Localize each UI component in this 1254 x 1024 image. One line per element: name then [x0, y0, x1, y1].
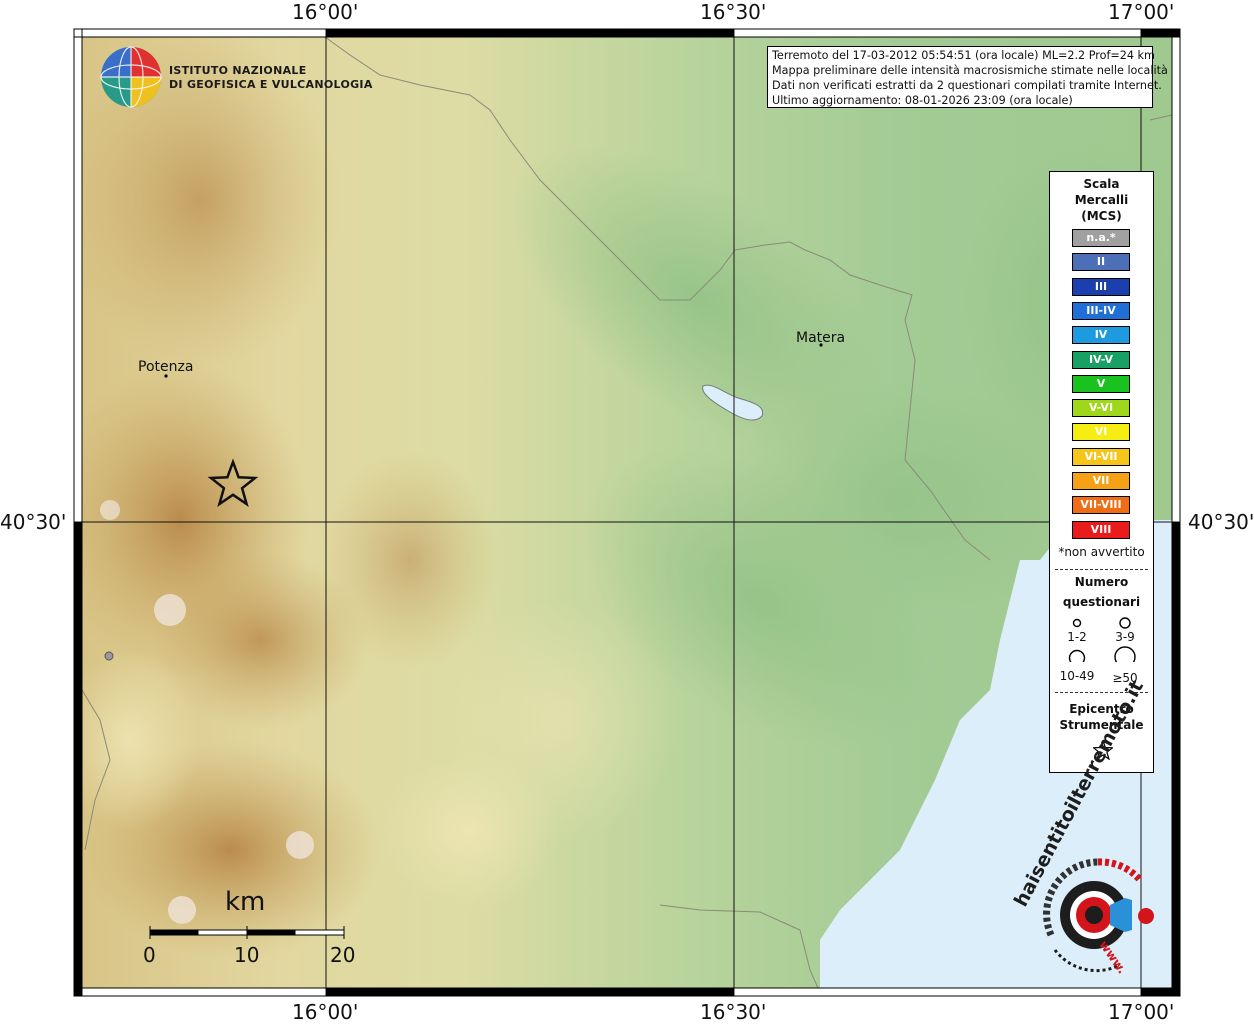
- event-info-box: Terremoto del 17-03-2012 05:54:51 (ora l…: [767, 46, 1168, 108]
- axis-bottom-1: 16°00': [292, 1000, 359, 1024]
- intensity-swatch-v-vi: V-VI: [1072, 399, 1130, 418]
- circle-size-medium: [1119, 617, 1131, 629]
- intensity-swatch-ii: II: [1072, 253, 1130, 272]
- q-size-label-1: 1-2: [1067, 630, 1087, 644]
- circle-size-xlarge: [1114, 646, 1136, 662]
- city-label-potenza: Potenza: [138, 359, 194, 375]
- intensity-swatch-vii-viii: VII-VIII: [1072, 496, 1130, 515]
- q-size-label-2: 3-9: [1115, 630, 1135, 644]
- intensity-swatch-vi-vii: VI-VII: [1072, 447, 1130, 466]
- q-size-label-3: 10-49: [1059, 669, 1095, 683]
- intensity-swatch-iv: IV: [1072, 326, 1130, 345]
- intensity-swatch-iii-iv: III-IV: [1072, 301, 1130, 320]
- institute-name-line1: ISTITUTO NAZIONALE: [169, 64, 307, 77]
- scale-tick-10: 10: [234, 943, 260, 967]
- intensity-swatch-iv-v: IV-V: [1072, 350, 1130, 369]
- intensity-swatch-vi: VI: [1072, 423, 1130, 442]
- legend-divider: [1055, 569, 1148, 570]
- legend-questionnaires-title-2: questionari: [1062, 595, 1141, 609]
- event-info-line2: Mappa preliminare delle intensità macros…: [772, 64, 1168, 77]
- axis-top-1: 16°00': [292, 0, 359, 24]
- legend-scale-title-2: Mercalli: [1074, 193, 1129, 207]
- ingv-globe-icon: [100, 46, 162, 108]
- event-info-line3: Dati non verificati estratti da 2 questi…: [772, 79, 1162, 92]
- legend-scale-title-1: Scala: [1083, 177, 1120, 191]
- city-label-matera: Matera: [796, 330, 846, 346]
- circle-size-large: [1068, 649, 1086, 662]
- axis-top-2: 16°30': [700, 0, 767, 24]
- axis-left-1: 40°30': [0, 510, 67, 534]
- legend-scale-title-3: (MCS): [1081, 209, 1122, 223]
- institute-name-line2: DI GEOFISICA E VULCANOLOGIA: [169, 78, 373, 91]
- intensity-swatch-iii: III: [1072, 277, 1130, 296]
- event-info-line1: Terremoto del 17-03-2012 05:54:51 (ora l…: [772, 49, 1155, 62]
- intensity-point: [104, 651, 114, 661]
- scale-tick-20: 20: [330, 943, 356, 967]
- legend-questionnaires-title-1: Numero: [1074, 575, 1129, 589]
- intensity-swatch-v: V: [1072, 374, 1130, 393]
- scale-unit: km: [225, 887, 266, 917]
- intensity-swatch-n-a-: n.a.*: [1072, 229, 1130, 247]
- axis-bottom-3: 17°00': [1108, 1000, 1175, 1024]
- intensity-swatch-viii: VIII: [1072, 520, 1130, 539]
- terrain: [82, 37, 1172, 988]
- circle-size-small: [1072, 618, 1082, 628]
- intensity-swatch-vii: VII: [1072, 472, 1130, 490]
- axis-right-1: 40°30': [1188, 510, 1254, 534]
- scale-tick-0: 0: [143, 943, 156, 967]
- legend-not-felt-note: *non avvertito: [1058, 545, 1145, 559]
- axis-bottom-2: 16°30': [700, 1000, 767, 1024]
- event-info-line4: Ultimo aggiornamento: 08-01-2026 23:09 (…: [772, 94, 1073, 107]
- axis-top-3: 17°00': [1108, 0, 1175, 24]
